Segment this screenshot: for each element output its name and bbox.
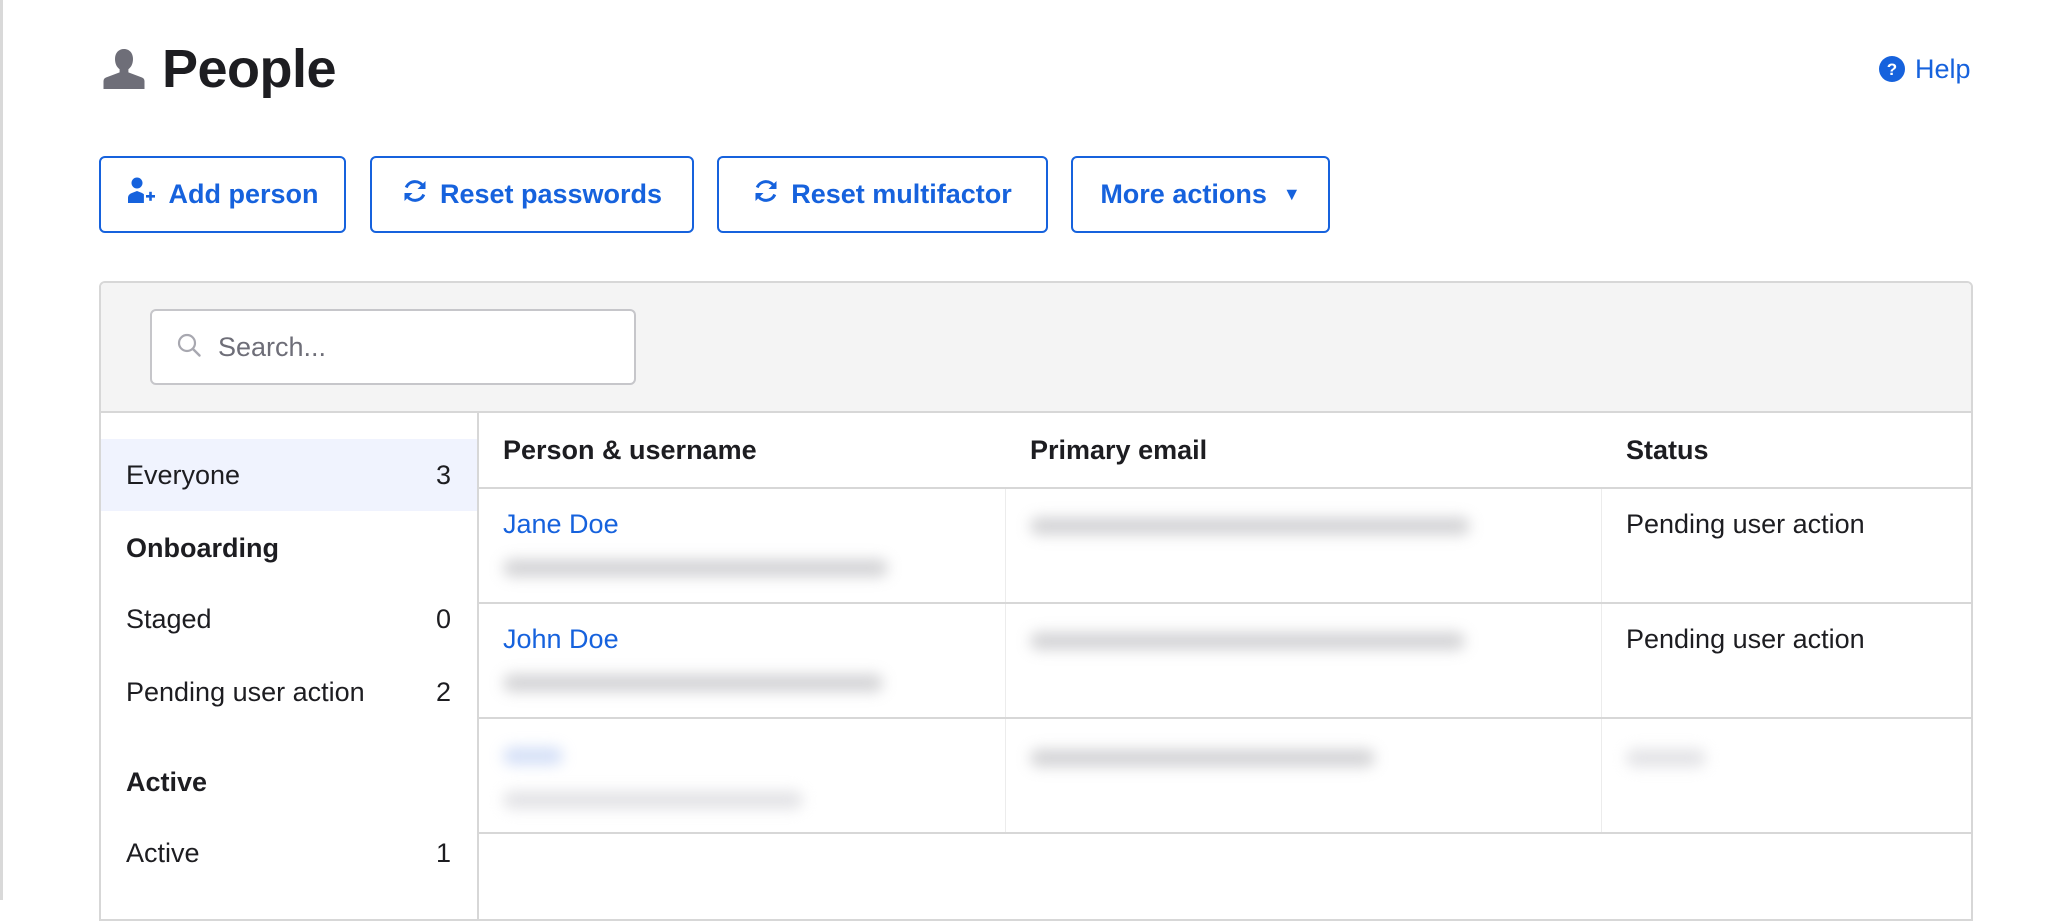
sidebar-item-label: Pending user action bbox=[126, 676, 365, 707]
column-divider bbox=[1005, 719, 1006, 832]
sidebar-item-count: 1 bbox=[435, 837, 451, 868]
person-name-link[interactable]: Jane Doe bbox=[503, 509, 619, 540]
column-divider bbox=[1005, 489, 1006, 602]
status-text: Pending user action bbox=[1626, 624, 1865, 654]
status-filter-sidebar: Everyone 3 Onboarding Staged 0 Pending u… bbox=[101, 413, 479, 919]
search-icon bbox=[176, 332, 202, 363]
refresh-icon bbox=[753, 178, 779, 211]
page-title: People bbox=[162, 39, 337, 99]
sidebar-item-label: Everyone bbox=[126, 459, 241, 490]
add-person-button[interactable]: Add person bbox=[99, 156, 346, 233]
sidebar-item-staged[interactable]: Staged 0 bbox=[101, 583, 477, 655]
window-edge bbox=[0, 0, 3, 900]
more-actions-label: More actions bbox=[1100, 179, 1267, 209]
table-header: Person & username Primary email Status bbox=[479, 413, 1971, 489]
reset-passwords-button[interactable]: Reset passwords bbox=[370, 156, 694, 233]
help-link[interactable]: ? Help bbox=[1879, 52, 1971, 86]
username-obscured bbox=[503, 559, 888, 577]
reset-multifactor-label: Reset multifactor bbox=[791, 179, 1012, 209]
sidebar-item-everyone[interactable]: Everyone 3 bbox=[101, 439, 477, 511]
person-name-obscured[interactable] bbox=[503, 747, 563, 765]
column-header-person[interactable]: Person & username bbox=[503, 435, 757, 466]
sidebar-item-count: 3 bbox=[435, 459, 451, 490]
question-circle-icon: ? bbox=[1879, 56, 1905, 82]
more-actions-button[interactable]: More actions ▼ bbox=[1071, 156, 1330, 233]
table-row[interactable]: Jane Doe Pending user action bbox=[479, 489, 1971, 604]
sidebar-item-count: 2 bbox=[435, 676, 451, 707]
column-divider bbox=[1601, 489, 1602, 602]
caret-down-icon: ▼ bbox=[1282, 184, 1301, 204]
column-header-email[interactable]: Primary email bbox=[1030, 435, 1207, 466]
refresh-icon bbox=[402, 178, 428, 211]
search-bar-area bbox=[101, 283, 1971, 413]
people-panel: Everyone 3 Onboarding Staged 0 Pending u… bbox=[99, 281, 1973, 921]
help-label: Help bbox=[1915, 53, 1971, 84]
status-obscured bbox=[1626, 749, 1706, 767]
email-obscured bbox=[1030, 632, 1465, 650]
table-row[interactable] bbox=[479, 719, 1971, 834]
table-row[interactable]: John Doe Pending user action bbox=[479, 604, 1971, 719]
username-obscured bbox=[503, 791, 803, 809]
sidebar-heading-active: Active bbox=[126, 767, 208, 797]
sidebar-item-label: Active bbox=[126, 837, 200, 868]
search-field[interactable] bbox=[150, 309, 636, 385]
column-divider bbox=[1601, 604, 1602, 717]
sidebar-heading-onboarding: Onboarding bbox=[126, 533, 279, 563]
search-input[interactable] bbox=[216, 330, 620, 364]
person-name-link[interactable]: John Doe bbox=[503, 624, 619, 655]
sidebar-item-label: Staged bbox=[126, 603, 212, 634]
sidebar-item-active[interactable]: Active 1 bbox=[101, 817, 477, 889]
add-person-label: Add person bbox=[168, 179, 319, 209]
reset-passwords-label: Reset passwords bbox=[439, 179, 663, 209]
username-obscured bbox=[503, 674, 883, 692]
email-obscured bbox=[1030, 517, 1470, 535]
status-text: Pending user action bbox=[1626, 509, 1865, 539]
add-person-icon bbox=[126, 176, 156, 213]
sidebar-item-count: 0 bbox=[435, 603, 451, 634]
person-icon bbox=[102, 46, 146, 90]
sidebar-item-pending-user-action[interactable]: Pending user action 2 bbox=[101, 656, 477, 728]
column-header-status[interactable]: Status bbox=[1626, 435, 1709, 466]
reset-multifactor-button[interactable]: Reset multifactor bbox=[717, 156, 1048, 233]
column-divider bbox=[1601, 719, 1602, 832]
people-table: Person & username Primary email Status J… bbox=[479, 413, 1971, 919]
email-obscured bbox=[1030, 749, 1375, 767]
column-divider bbox=[1005, 604, 1006, 717]
